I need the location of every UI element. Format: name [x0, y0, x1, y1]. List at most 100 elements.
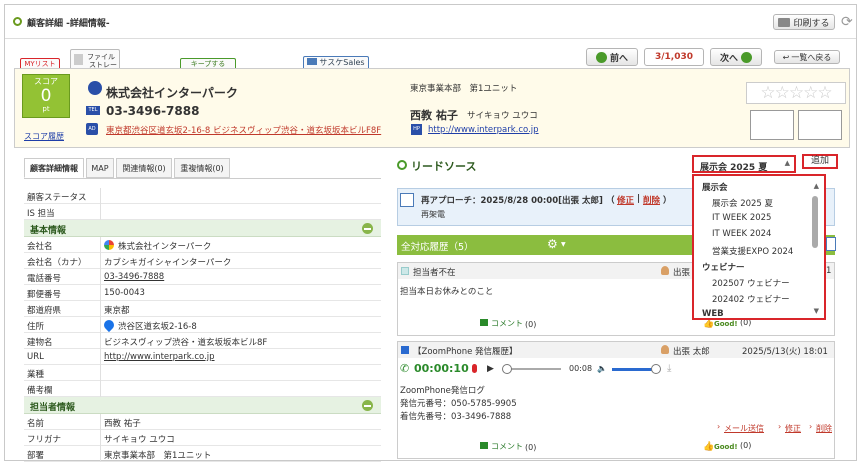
add-lead-source-button[interactable]: 追加	[802, 154, 838, 169]
detail-row: 都道府県 東京都	[24, 301, 381, 317]
entry2-user: 出張 太郎	[673, 347, 710, 357]
comment-icon[interactable]	[480, 319, 488, 326]
tab-keep[interactable]: キープする	[180, 58, 236, 68]
detail-label: 郵便番号	[27, 290, 62, 300]
entry2-to: 着信先番号：03-3496-7888	[400, 412, 512, 422]
reapproach-edit-link[interactable]: 修正	[617, 194, 634, 206]
user-icon	[661, 345, 669, 354]
dropdown-option[interactable]: 202507 ウェビナー	[712, 277, 790, 289]
lead-source-title: リードソース	[411, 160, 477, 173]
calendar-view-icon[interactable]	[826, 237, 836, 251]
section-basic-info[interactable]: 基本情報	[24, 220, 381, 237]
address-badge-icon: AD	[86, 123, 98, 135]
entry2-good-label[interactable]: Good!	[714, 443, 738, 451]
scroll-down-icon[interactable]: ▼	[814, 307, 819, 315]
reapproach-close-paren: ）	[663, 196, 672, 206]
dropdown-group: 展示会	[702, 183, 728, 193]
collapse-icon[interactable]	[362, 400, 373, 411]
map-pin-icon[interactable]	[101, 317, 117, 333]
detail-value: 株式会社インターパーク	[118, 242, 212, 252]
detail-row: 郵便番号 150-0043	[24, 285, 381, 301]
audio-progress-track[interactable]	[505, 368, 561, 370]
dropdown-option[interactable]: 展示会 2025 夏	[712, 197, 773, 209]
reapproach-text: 再アプローチ：2025/8/28 00:00[出張 太郎]	[421, 196, 603, 206]
tab-customer-detail[interactable]: 顧客詳細情報	[24, 158, 84, 178]
dropdown-option[interactable]: IT WEEK 2024	[712, 229, 771, 239]
arrow-right-icon	[741, 51, 752, 63]
entry1-comment-link[interactable]: コメント	[491, 318, 523, 329]
prev-button[interactable]: 前へ	[586, 48, 638, 66]
customer-address[interactable]: 東京都渋谷区道玄坂2-16-8 ビジネスヴィップ渋谷・道玄坂坂本ビルF8F	[106, 124, 381, 136]
tab-file-storage[interactable]: ファイル ストレージ	[70, 49, 120, 79]
url-link[interactable]: http://www.interpark.co.jp	[104, 352, 215, 362]
tab-mylist[interactable]: MYリスト	[20, 58, 60, 68]
detail-label: 備考欄	[27, 386, 53, 396]
lead-source-select[interactable]: 展示会 2025 夏 ▲	[692, 155, 796, 173]
audio-progress-handle[interactable]	[502, 364, 512, 374]
entry1-body: 担当本日お休みとのこと	[400, 287, 494, 297]
tab-related[interactable]: 関連情報(0)	[116, 158, 172, 178]
status-label: 顧客ステータス	[27, 193, 87, 203]
entry2-comment-link[interactable]: コメント	[491, 441, 523, 452]
back-to-list-button[interactable]: ↩ 一覧へ戻る	[774, 50, 840, 64]
reapproach-delete-link[interactable]: 削除	[643, 194, 660, 206]
prev-label: 前へ	[609, 53, 628, 64]
lead-source-dropdown[interactable]: 展示会 展示会 2025 夏 IT WEEK 2025 IT WEEK 2024…	[692, 174, 826, 320]
thumbs-up-icon[interactable]: 👍	[703, 442, 714, 452]
delete-chevron-icon: ›	[809, 422, 813, 431]
tab-sasuke-sales[interactable]: サスケSales	[303, 56, 369, 68]
website-link[interactable]: http://www.interpark.co.jp	[428, 125, 539, 135]
settings-caret-icon[interactable]: ▼	[561, 241, 566, 248]
detail-row: 部署 東京事業本部 第1ユニット	[24, 446, 381, 462]
entry2-datetime: 2025/5/13(火) 18:01	[742, 347, 828, 357]
volume-icon[interactable]: 🔈	[597, 364, 607, 373]
score-history-link[interactable]: スコア履歴	[24, 131, 64, 142]
detail-row: 住所 渋谷区道玄坂2-16-8	[24, 317, 381, 333]
next-label: 次へ	[719, 53, 738, 64]
scroll-up-icon[interactable]: ▲	[814, 182, 819, 190]
play-icon[interactable]: ▶	[487, 364, 494, 374]
image-placeholder-2	[798, 110, 842, 140]
detail-value: 渋谷区道玄坂2-16-8	[118, 322, 197, 332]
reapproach-separator: |	[637, 194, 641, 204]
play-circle-icon[interactable]	[88, 81, 102, 95]
settings-gear-icon[interactable]: ⚙	[547, 237, 558, 251]
volume-handle[interactable]	[651, 364, 661, 374]
star-rating[interactable]: ☆☆☆☆☆	[746, 82, 846, 104]
comment-icon[interactable]	[480, 442, 488, 449]
tab-map[interactable]: MAP	[86, 158, 114, 178]
detail-value: 東京事業本部 第1ユニット	[104, 451, 212, 461]
send-mail-link[interactable]: メール送信	[724, 423, 764, 434]
detail-label: 会社名	[27, 242, 53, 252]
download-icon[interactable]: ⤓	[667, 363, 671, 374]
tab-duplicate[interactable]: 重複情報(0)	[174, 158, 230, 178]
google-pin-icon[interactable]	[104, 240, 114, 250]
dropdown-option[interactable]: 営業支援EXPO 2024	[712, 245, 793, 257]
detail-label: 名前	[27, 419, 45, 429]
entry2-delete-link[interactable]: 削除	[816, 423, 832, 434]
customer-tel: 03-3496-7888	[106, 104, 200, 118]
dropdown-option[interactable]: 202402 ウェビナー	[712, 293, 790, 305]
dropdown-scrollbar-thumb[interactable]	[812, 196, 818, 248]
thumbs-up-icon[interactable]: 👍	[703, 319, 714, 329]
refresh-icon[interactable]: ⟳	[841, 14, 853, 30]
entry2-comment-count: (0)	[525, 443, 537, 452]
row-divider	[100, 333, 101, 349]
detail-label: 都道府県	[27, 306, 62, 316]
next-button[interactable]: 次へ	[710, 48, 762, 66]
section-contact-info[interactable]: 担当者情報	[24, 397, 381, 414]
detail-row-is: IS 担当	[24, 204, 381, 220]
add-label: 追加	[810, 156, 829, 166]
print-button[interactable]: 印刷する	[773, 14, 835, 30]
page-title: 顧客詳細 -詳細情報-	[27, 19, 110, 29]
return-icon: ↩	[782, 52, 790, 62]
user-icon	[661, 266, 669, 275]
entry1-suffix: 1	[826, 266, 832, 276]
detail-row: 業種	[24, 365, 381, 381]
entry1-good-label[interactable]: Good!	[714, 320, 738, 328]
dropdown-option[interactable]: IT WEEK 2025	[712, 213, 771, 223]
detail-value: サイキョウ ユウコ	[104, 435, 175, 445]
collapse-icon[interactable]	[362, 223, 373, 234]
entry2-edit-link[interactable]: 修正	[785, 423, 801, 434]
phone-link[interactable]: 03-3496-7888	[104, 272, 164, 282]
